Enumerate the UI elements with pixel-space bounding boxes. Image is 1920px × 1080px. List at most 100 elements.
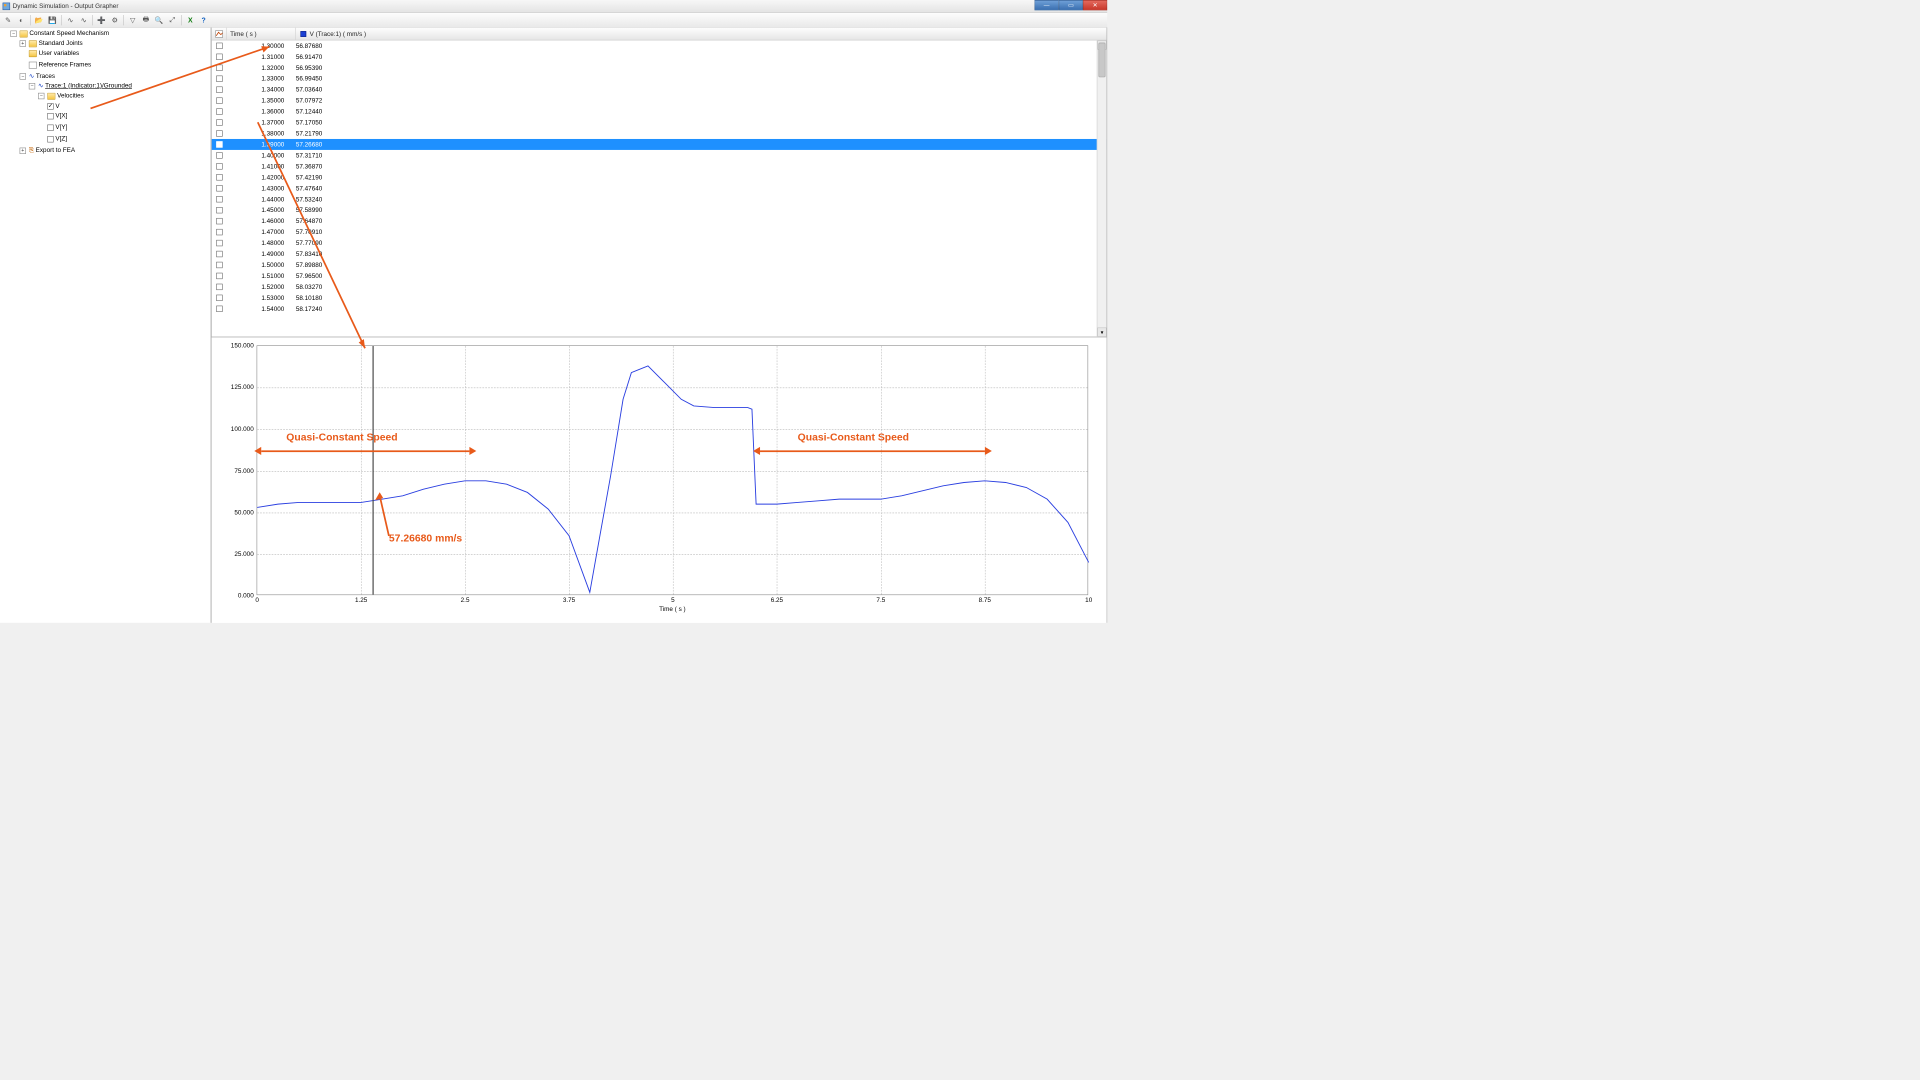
cell-velocity: 56.87680 [296,42,377,49]
tree-export-fea[interactable]: +⎘Export to FEA [18,146,76,156]
tool-open-icon[interactable]: 📂 [33,14,45,26]
row-checkbox[interactable] [216,174,222,180]
scroll-thumb[interactable] [1099,43,1106,78]
row-checkbox[interactable] [216,152,222,158]
tree-root[interactable]: − Constant Speed Mechanism [9,29,110,39]
table-row[interactable]: 1.4400057.53240 [212,194,1107,205]
row-checkbox[interactable] [216,65,222,71]
vertical-scrollbar[interactable]: ▲ ▼ [1097,40,1107,336]
table-row[interactable]: 1.4900057.83410 [212,249,1107,260]
tree-traces[interactable]: −∿Traces [18,72,56,82]
table-row[interactable]: 1.3700057.17050 [212,117,1107,128]
tree-user-variables[interactable]: User variables [18,48,80,58]
table-row[interactable]: 1.5100057.96500 [212,270,1107,281]
table-row[interactable]: 1.5300058.10180 [212,292,1107,303]
tool-help-icon[interactable]: ? [198,14,210,26]
tree-reference-frames[interactable]: Reference Frames [18,60,92,70]
chart-cursor[interactable] [373,346,374,595]
checkbox[interactable] [47,136,53,142]
table-row[interactable]: 1.4500057.58990 [212,205,1107,216]
row-checkbox[interactable] [216,141,222,147]
cell-time: 1.49000 [227,251,296,258]
tool-curve2-icon[interactable]: ∿ [78,14,90,26]
checkbox[interactable] [47,113,53,119]
close-button[interactable]: ✕ [1083,0,1107,10]
table-row[interactable]: 1.3200056.95390 [212,62,1107,73]
checkbox[interactable] [47,124,53,130]
tool-pencil-icon[interactable]: ✎ [2,14,14,26]
table-row[interactable]: 1.3100056.91470 [212,51,1107,62]
table-body[interactable]: 1.3000056.876801.3100056.914701.3200056.… [212,40,1107,336]
table-row[interactable]: 1.4100057.36870 [212,161,1107,172]
row-checkbox[interactable] [216,229,222,235]
tool-export-excel-icon[interactable]: X [185,14,197,26]
tree-vy[interactable]: V[Y] [46,123,68,133]
tool-filter-icon[interactable]: ▽ [127,14,139,26]
tool-zoom-icon[interactable]: 🔍 [153,14,165,26]
table-row[interactable]: 1.5400058.17240 [212,303,1107,314]
table-row[interactable]: 1.3300056.99450 [212,73,1107,84]
tool-print-icon[interactable]: 🖶 [140,14,152,26]
row-checkbox[interactable] [216,97,222,103]
tree-trace1[interactable]: −∿Trace:1 (Indicator:1)/Grounded [28,81,133,91]
tree-v[interactable]: V [46,101,61,111]
row-checkbox[interactable] [216,251,222,257]
table-row[interactable]: 1.4200057.42190 [212,172,1107,183]
maximize-button[interactable]: ▭ [1059,0,1083,10]
table-row[interactable]: 1.4800057.77090 [212,238,1107,249]
tool-add-trace-icon[interactable]: ➕ [96,14,108,26]
row-checkbox[interactable] [216,43,222,49]
row-checkbox[interactable] [216,295,222,301]
row-checkbox[interactable] [216,76,222,82]
plot-area[interactable]: 01.252.53.7556.257.58.75100.00025.00050.… [257,345,1089,595]
tree-pane[interactable]: − Constant Speed Mechanism +Standard Joi… [0,28,211,623]
row-checkbox[interactable] [216,273,222,279]
tool-settings-icon[interactable]: ⚙ [109,14,121,26]
tool-save-icon[interactable]: 💾 [47,14,59,26]
minimize-button[interactable]: — [1035,0,1059,10]
tool-curve1-icon[interactable]: ∿ [65,14,77,26]
row-checkbox[interactable] [216,284,222,290]
col-velocity[interactable]: V (Trace:1) ( mm/s ) [296,28,1107,40]
table-row[interactable]: 1.5200058.03270 [212,281,1107,292]
tool-fit-icon[interactable]: ⤢ [167,14,179,26]
scroll-down-icon[interactable]: ▼ [1097,328,1106,337]
table-row[interactable]: 1.4000057.31710 [212,150,1107,161]
arrow-head-icon [469,447,476,455]
table-row[interactable]: 1.3400057.03640 [212,84,1107,95]
row-checkbox[interactable] [216,262,222,268]
row-checkbox[interactable] [216,130,222,136]
row-checkbox[interactable] [216,218,222,224]
tree-vz[interactable]: V[Z] [46,134,68,144]
col-time[interactable]: Time ( s ) [227,28,296,40]
table-row[interactable]: 1.3800057.21790 [212,128,1107,139]
tree-vx[interactable]: V[X] [46,111,68,121]
frame-icon [29,61,37,68]
row-checkbox[interactable] [216,185,222,191]
table-row[interactable]: 1.3000056.87680 [212,40,1107,51]
checkbox[interactable] [47,103,53,109]
table-row[interactable]: 1.4700057.70910 [212,227,1107,238]
table-row[interactable]: 1.3600057.12440 [212,106,1107,117]
table-row[interactable]: 1.3900057.26680 [212,139,1107,150]
cell-time: 1.35000 [227,97,296,104]
table-row[interactable]: 1.4600057.64870 [212,216,1107,227]
row-checkbox[interactable] [216,163,222,169]
tree-velocities[interactable]: −Velocities [37,91,85,101]
row-checkbox[interactable] [216,207,222,213]
table-row[interactable]: 1.3500057.07972 [212,95,1107,106]
row-checkbox[interactable] [216,119,222,125]
row-checkbox[interactable] [216,196,222,202]
header-icon[interactable] [212,28,227,40]
row-checkbox[interactable] [216,240,222,246]
chart[interactable]: 01.252.53.7556.257.58.75100.00025.00050.… [216,342,1095,618]
row-checkbox[interactable] [216,108,222,114]
row-checkbox[interactable] [216,54,222,60]
cell-velocity: 57.96500 [296,272,377,279]
table-row[interactable]: 1.5000057.89880 [212,259,1107,270]
row-checkbox[interactable] [216,86,222,92]
table-row[interactable]: 1.4300057.47640 [212,183,1107,194]
tree-standard-joints[interactable]: +Standard Joints [18,39,83,49]
row-checkbox[interactable] [216,306,222,312]
tool-eraser-icon[interactable]: ◐ [16,14,28,26]
